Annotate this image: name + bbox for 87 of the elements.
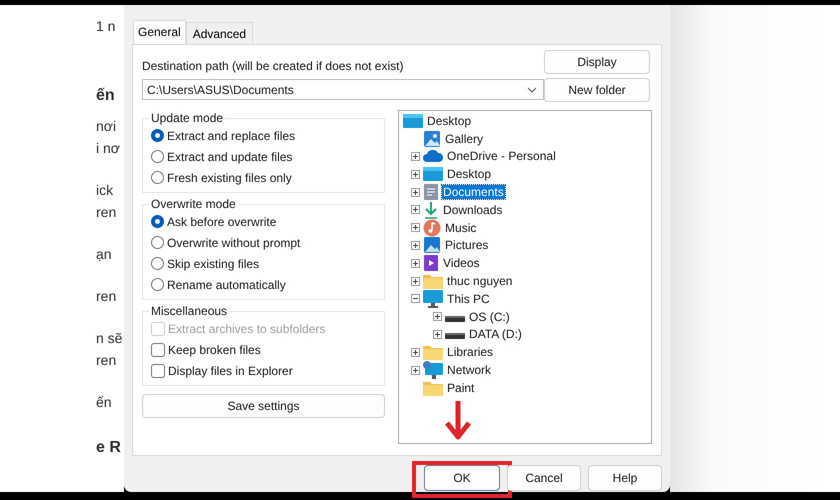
radio-button[interactable] — [151, 236, 164, 249]
article-text: ạn — [96, 245, 112, 264]
group-title: Overwrite mode — [150, 197, 237, 211]
music-icon — [423, 218, 442, 237]
desktop-icon — [403, 112, 424, 129]
expand-icon[interactable] — [411, 223, 420, 232]
tree-item[interactable]: Pictures — [444, 238, 490, 252]
tree-item[interactable]: Network — [446, 363, 492, 378]
radio-button[interactable] — [151, 171, 164, 184]
radio-option[interactable]: Extract and update files — [151, 148, 376, 165]
video-icon — [423, 254, 440, 272]
tree-item[interactable]: Downloads — [442, 202, 504, 217]
collapse-icon[interactable] — [411, 294, 420, 304]
tab[interactable]: Advanced — [186, 22, 254, 44]
expand-icon[interactable] — [411, 258, 420, 268]
radio-button[interactable] — [151, 278, 164, 291]
network-icon — [423, 361, 444, 380]
tree-item[interactable]: Desktop — [426, 114, 472, 128]
desktop-icon — [423, 166, 444, 182]
radio-button[interactable] — [151, 129, 164, 142]
tree-item[interactable]: Music — [444, 220, 478, 235]
article-text: n sẽ — [96, 329, 122, 348]
tree-item[interactable]: Paint — [446, 380, 476, 395]
document-icon — [423, 183, 440, 202]
article-text: 1 n — [96, 17, 116, 36]
expand-icon[interactable] — [411, 348, 420, 357]
expand-icon[interactable] — [411, 240, 420, 250]
radio-option[interactable]: Skip existing files — [151, 255, 376, 272]
radio-button[interactable] — [151, 257, 164, 270]
article-text: ren — [96, 203, 116, 222]
article-heading: e R — [96, 438, 121, 458]
destination-path-field[interactable]: C:\Users\ASUS\Documents — [142, 79, 544, 100]
group-title: Update mode — [150, 111, 224, 125]
group-title: Miscellaneous — [150, 304, 228, 318]
tree-item[interactable]: DATA (D:) — [468, 327, 523, 342]
download-icon — [423, 200, 440, 219]
image-icon — [423, 130, 442, 148]
save-settings-button[interactable]: Save settings — [142, 394, 386, 418]
tree-item[interactable]: This PC — [446, 292, 491, 306]
radio-option[interactable]: Overwrite without prompt — [151, 234, 376, 251]
expand-icon[interactable] — [411, 276, 420, 286]
radio-button[interactable] — [151, 150, 164, 163]
expand-icon[interactable] — [411, 366, 420, 375]
article-text: ren — [96, 287, 116, 306]
monitor-icon — [423, 290, 444, 308]
folder-icon — [423, 273, 444, 290]
article-text: ick — [96, 181, 114, 200]
tree-item[interactable]: Gallery — [444, 132, 484, 146]
image-icon — [423, 236, 442, 254]
tree-item[interactable]: Desktop — [446, 167, 492, 182]
expand-icon[interactable] — [411, 188, 420, 197]
dialog-button[interactable]: Cancel — [507, 465, 581, 491]
radio-button[interactable] — [151, 215, 164, 228]
dialog-button[interactable]: Help — [588, 465, 662, 491]
tree-item[interactable]: Libraries — [446, 345, 494, 360]
tree-item[interactable]: thuc nguyen — [446, 274, 514, 288]
folder-icon — [423, 380, 444, 396]
checkbox[interactable] — [151, 342, 165, 356]
article-text: i nơ — [96, 139, 120, 158]
tree-item[interactable]: OneDrive - Personal — [446, 149, 557, 164]
radio-option[interactable]: Fresh existing files only — [151, 169, 376, 186]
destination-label: Destination path (will be created if does not exist) — [142, 59, 404, 73]
checkbox[interactable] — [151, 364, 165, 378]
tree-item[interactable]: Videos — [442, 256, 481, 270]
checkbox-option[interactable]: Display files in Explorer — [151, 362, 376, 379]
expand-icon[interactable] — [411, 205, 420, 214]
radio-option[interactable]: Rename automatically — [151, 276, 376, 293]
side-button[interactable]: Display — [544, 50, 650, 74]
article-heading: ến — [96, 86, 115, 106]
dialog-button[interactable]: OK — [424, 465, 500, 491]
article-text: ến — [96, 393, 112, 412]
expand-icon[interactable] — [411, 152, 420, 161]
checkbox-option[interactable]: Keep broken files — [151, 341, 376, 358]
chevron-down-icon — [527, 86, 537, 92]
tree-item[interactable]: Documents — [442, 185, 505, 200]
expand-icon[interactable] — [433, 312, 442, 322]
expand-icon[interactable] — [433, 330, 442, 339]
expand-icon[interactable] — [411, 170, 420, 179]
radio-option[interactable]: Ask before overwrite — [151, 213, 376, 230]
radio-option[interactable]: Extract and replace files — [151, 127, 376, 144]
tab[interactable]: General — [133, 20, 186, 44]
folder-icon — [423, 344, 444, 360]
side-button[interactable]: New folder — [544, 78, 650, 102]
cloud-icon — [423, 149, 444, 164]
tree-item[interactable]: OS (C:) — [468, 310, 511, 324]
article-text: ren — [96, 351, 116, 370]
article-text: nơi — [96, 117, 116, 136]
